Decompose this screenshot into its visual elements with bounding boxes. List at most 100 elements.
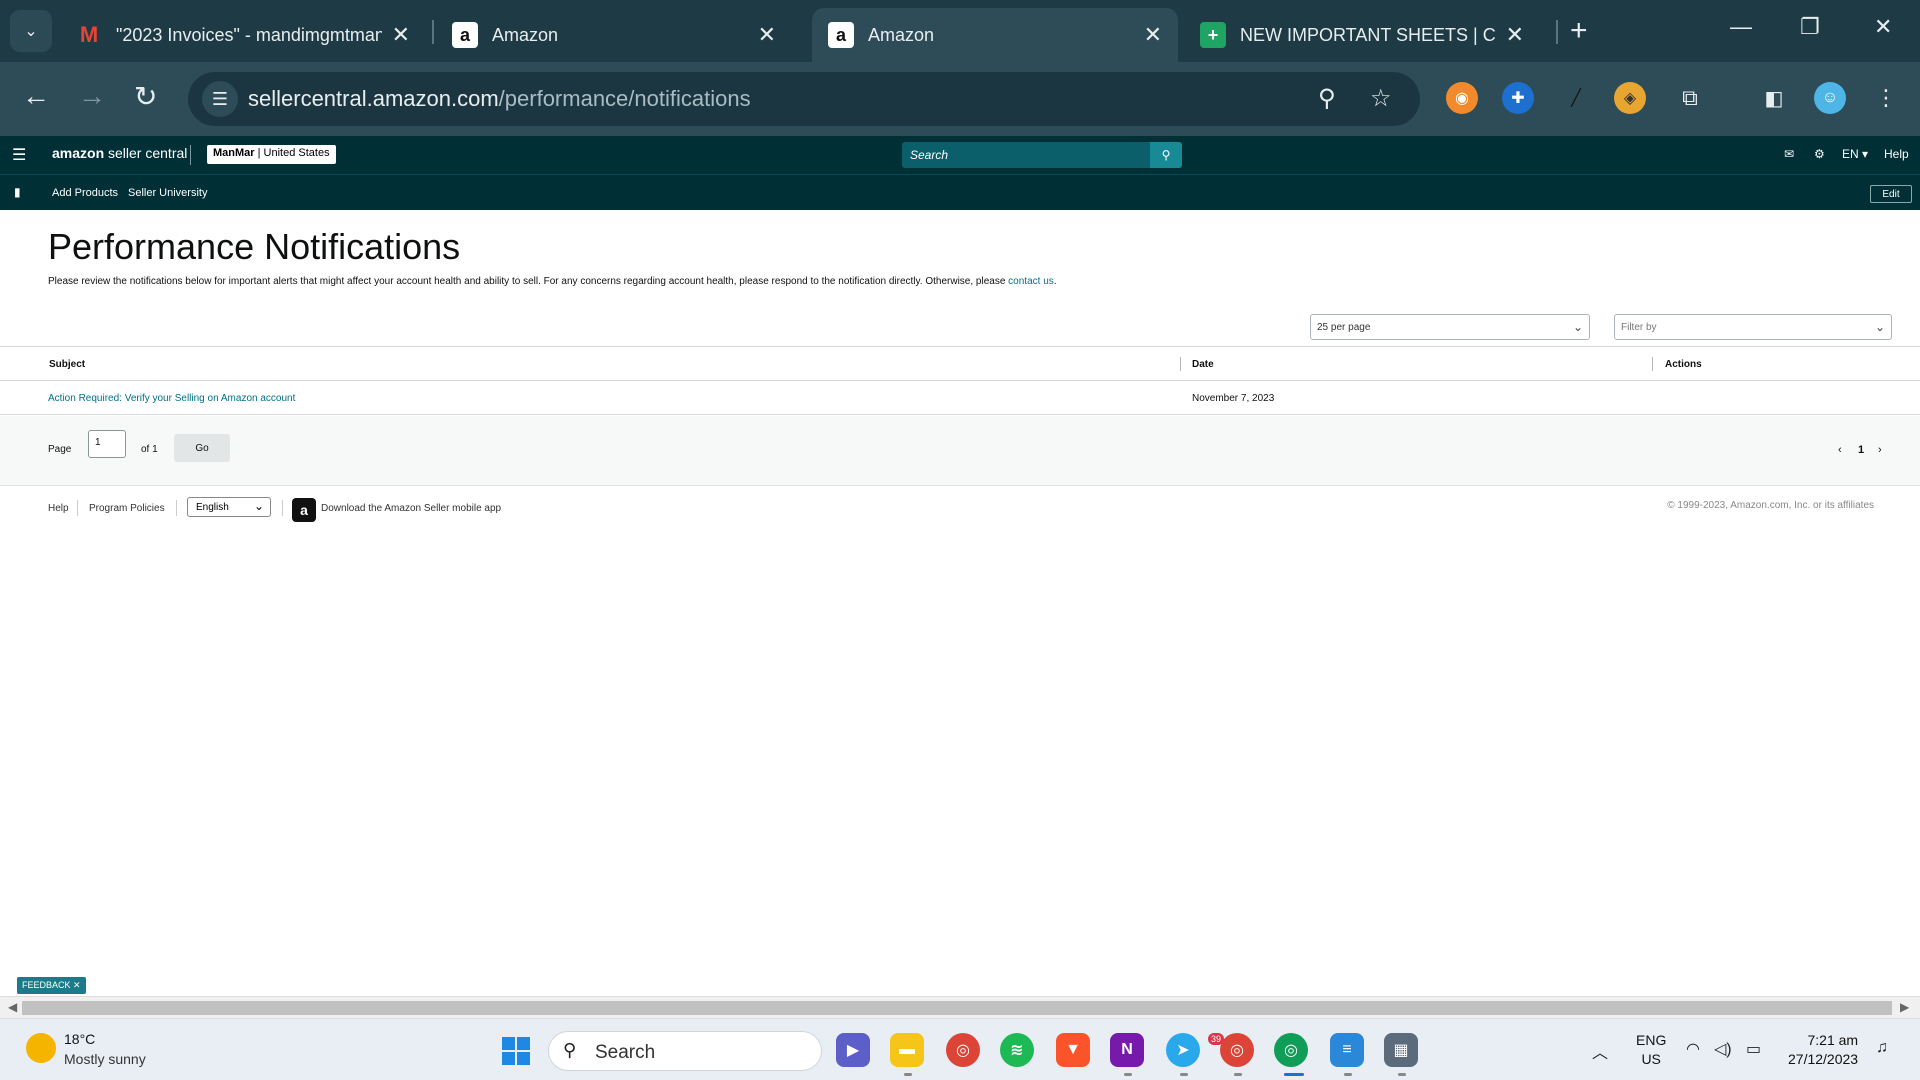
tab-close-icon[interactable]: ✕: [758, 22, 776, 48]
wifi-icon[interactable]: ◠: [1686, 1039, 1700, 1059]
horizontal-scrollbar[interactable]: ◀ ▶: [0, 996, 1920, 1018]
notification-bell-icon[interactable]: ♫: [1876, 1039, 1888, 1057]
calculator-icon[interactable]: ▦: [1384, 1033, 1418, 1067]
minimize-icon[interactable]: —: [1730, 14, 1752, 40]
extension-pen-icon[interactable]: ╱: [1560, 82, 1592, 114]
hamburger-menu-icon[interactable]: ☰: [12, 145, 26, 165]
tab-amazon-active[interactable]: a Amazon ✕: [812, 8, 1178, 62]
zoom-icon[interactable]: ⚲: [1318, 84, 1336, 113]
back-arrow-icon[interactable]: ←: [22, 80, 50, 112]
mail-icon[interactable]: ✉: [1784, 147, 1794, 161]
new-tab-plus-icon[interactable]: +: [1570, 14, 1588, 48]
tab-close-icon[interactable]: ✕: [1506, 22, 1524, 48]
column-header-subject[interactable]: Subject: [49, 359, 85, 370]
bookmark-icon[interactable]: ▮: [14, 185, 21, 199]
program-policies-link[interactable]: Program Policies: [89, 503, 165, 514]
tab-search-chevron-icon[interactable]: ⌄: [10, 10, 52, 52]
download-app-link[interactable]: Download the Amazon Seller mobile app: [321, 503, 501, 514]
profile-avatar-icon[interactable]: ☺: [1814, 82, 1846, 114]
extension-blue-icon[interactable]: ✚: [1502, 82, 1534, 114]
footer-help-link[interactable]: Help: [48, 503, 69, 514]
store-selector[interactable]: ManMar | United States: [207, 145, 336, 164]
store-region: | United States: [257, 147, 330, 159]
footer-divider: [176, 500, 177, 516]
chrome-icon[interactable]: ◎: [946, 1033, 980, 1067]
seller-central-logo[interactable]: amazon seller central: [52, 145, 187, 161]
weather-description[interactable]: Mostly sunny: [64, 1051, 146, 1067]
add-products-link[interactable]: Add Products: [52, 187, 118, 199]
page-number-input[interactable]: 1: [88, 430, 126, 458]
taskbar-search-box[interactable]: ⚲ Search: [548, 1031, 822, 1071]
extension-jar-icon[interactable]: ◈: [1614, 82, 1646, 114]
amazon-seller-app-icon[interactable]: a: [292, 498, 316, 522]
next-page-chevron-icon[interactable]: ›: [1878, 444, 1882, 456]
spotify-icon[interactable]: ≋: [1000, 1033, 1034, 1067]
volume-icon[interactable]: ◁): [1714, 1039, 1732, 1059]
extension-orange-icon[interactable]: ◉: [1446, 82, 1478, 114]
battery-icon[interactable]: ▭: [1746, 1039, 1761, 1059]
weather-temperature[interactable]: 18°C: [64, 1031, 95, 1047]
file-explorer-icon[interactable]: ▬: [890, 1033, 924, 1067]
address-bar[interactable]: ☰ sellercentral.amazon.com/performance/n…: [188, 72, 1420, 126]
scrollbar-thumb[interactable]: [22, 1001, 1892, 1015]
edit-bookmarks-button[interactable]: Edit: [1870, 185, 1912, 203]
header-help-link[interactable]: Help: [1884, 147, 1909, 161]
previous-page-chevron-icon[interactable]: ‹: [1838, 444, 1842, 456]
footer-language-select[interactable]: English ⌄: [187, 497, 271, 517]
restore-icon[interactable]: ❐: [1800, 14, 1820, 40]
notepad-icon[interactable]: ≡: [1330, 1033, 1364, 1067]
browser-menu-icon[interactable]: ⋮: [1870, 82, 1902, 114]
window-close-icon[interactable]: ✕: [1874, 14, 1892, 40]
copyright-text: © 1999-2023, Amazon.com, Inc. or its aff…: [1667, 500, 1874, 511]
running-indicator: [1124, 1073, 1132, 1076]
filter-by-select[interactable]: Filter by ⌄: [1614, 314, 1892, 340]
input-language[interactable]: ENG US: [1636, 1031, 1666, 1069]
windows-start-icon[interactable]: [502, 1037, 530, 1065]
footer-language-value: English: [196, 502, 229, 513]
notification-subject-link[interactable]: Action Required: Verify your Selling on …: [48, 393, 295, 404]
reload-icon[interactable]: ↻: [134, 80, 157, 113]
brave-icon[interactable]: ▼: [1056, 1033, 1090, 1067]
extensions-puzzle-icon[interactable]: ⧉: [1674, 82, 1706, 114]
teams-meet-icon[interactable]: ▶: [836, 1033, 870, 1067]
language-selector[interactable]: EN ▾: [1842, 147, 1868, 161]
weather-sun-icon[interactable]: [26, 1033, 56, 1063]
contact-us-link[interactable]: contact us: [1008, 276, 1054, 287]
go-button[interactable]: Go: [174, 434, 230, 462]
scroll-right-arrow-icon[interactable]: ▶: [1900, 1000, 1909, 1014]
tab-close-icon[interactable]: ✕: [1144, 22, 1162, 48]
column-header-date[interactable]: Date: [1192, 359, 1214, 370]
settings-gear-icon[interactable]: ⚙: [1814, 147, 1825, 161]
url-domain: sellercentral.amazon.com: [248, 86, 499, 111]
tab-google-sheets[interactable]: + NEW IMPORTANT SHEETS | Cyril - ✕: [1184, 8, 1540, 62]
site-settings-icon[interactable]: ☰: [202, 81, 238, 117]
taskbar-search-label: Search: [595, 1042, 656, 1063]
browser-toolbar: ← → ↻ ☰ sellercentral.amazon.com/perform…: [0, 62, 1920, 136]
chevron-down-icon: ⌄: [1874, 320, 1885, 334]
chrome-active-icon[interactable]: ◎: [1274, 1033, 1308, 1067]
running-indicator: [1180, 1073, 1188, 1076]
tab-amazon-1[interactable]: a Amazon ✕: [436, 8, 792, 62]
seller-central-header: ☰ amazon seller central ManMar | United …: [0, 136, 1920, 174]
url-text[interactable]: sellercentral.amazon.com/performance/not…: [248, 86, 751, 112]
telegram-icon[interactable]: ➤: [1166, 1033, 1200, 1067]
seller-search-box[interactable]: Search ⚲: [902, 142, 1182, 168]
store-name: ManMar: [213, 147, 255, 159]
forward-arrow-icon[interactable]: →: [78, 80, 106, 112]
tab-title: Amazon: [492, 24, 559, 45]
current-page-number[interactable]: 1: [1858, 444, 1864, 456]
bookmark-star-icon[interactable]: ☆: [1370, 84, 1392, 113]
feedback-button[interactable]: FEEDBACK ✕: [17, 977, 86, 994]
search-icon[interactable]: ⚲: [1150, 142, 1182, 168]
show-hidden-icons-chevron-icon[interactable]: ︿: [1592, 1039, 1608, 1063]
system-clock[interactable]: 7:21 am 27/12/2023: [1788, 1031, 1858, 1069]
seller-university-link[interactable]: Seller University: [128, 187, 207, 199]
search-input[interactable]: Search: [910, 148, 948, 162]
per-page-select[interactable]: 25 per page ⌄: [1310, 314, 1590, 340]
tab-gmail-invoices[interactable]: M "2023 Invoices" - mandimgmtman ✕: [60, 8, 426, 62]
onenote-icon[interactable]: N: [1110, 1033, 1144, 1067]
chrome-profile-icon[interactable]: ◎: [1220, 1033, 1254, 1067]
tab-close-icon[interactable]: ✕: [392, 22, 410, 48]
side-panel-icon[interactable]: ◧: [1758, 82, 1790, 114]
scroll-left-arrow-icon[interactable]: ◀: [8, 1000, 17, 1014]
